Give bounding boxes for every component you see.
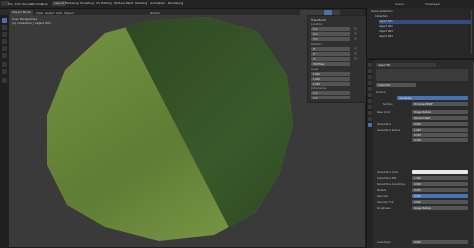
subsurface-method-dropdown[interactable]: Random Walk [412, 116, 468, 120]
prop-label: Anisotropic [377, 241, 391, 244]
material-tab-icon[interactable] [368, 123, 372, 127]
surface-section-title: Surface [376, 91, 386, 94]
prop-label: Subsurface Color [377, 171, 399, 174]
outliner-collection[interactable]: Collection [375, 15, 471, 19]
material-slot-list[interactable] [376, 69, 468, 81]
location-label: Location: [311, 23, 323, 26]
subsurface-radius-y[interactable]: 0.200 [412, 133, 468, 137]
use-nodes-button[interactable]: Use Nodes [397, 96, 468, 100]
prop-label: Metallic [377, 189, 387, 192]
sidebar-transform-panel: Transform Location: 0 m 0 m 0 m Rotation… [307, 15, 367, 103]
object-tab-icon[interactable] [368, 93, 372, 97]
annotate-icon[interactable] [2, 62, 7, 67]
view-layer-selector[interactable]: ViewLayer [425, 2, 440, 6]
collection-info: (1) Collection | object 001 [12, 21, 51, 25]
metallic-field[interactable]: 0.000 [412, 188, 468, 192]
dimensions-label: Dimensions: [311, 87, 328, 90]
move-icon[interactable] [2, 32, 7, 37]
dimensions-y-field[interactable]: 2 m [311, 96, 350, 100]
prop-label: Subsurface Radius [377, 129, 401, 132]
physics-tab-icon[interactable] [368, 105, 372, 109]
properties-tab-column [367, 60, 373, 248]
tab-uv-editing[interactable]: UV Editing [94, 1, 114, 6]
subsurface-field[interactable]: 0.000 [412, 122, 468, 126]
tool-shelf [0, 16, 9, 247]
roughness-field[interactable]: Image Texture [412, 206, 468, 210]
constraint-tab-icon[interactable] [368, 111, 372, 115]
scale-icon[interactable] [2, 46, 7, 51]
specular-field[interactable]: 0.500 [412, 194, 468, 198]
scale-y-field[interactable]: 1.000 [311, 77, 350, 81]
scene-selector[interactable]: Scene [395, 2, 404, 6]
outliner-scene-collection[interactable]: Scene Collection [371, 10, 471, 14]
scale-z-field[interactable]: 1.000 [311, 82, 350, 86]
lock-icon[interactable] [354, 37, 357, 40]
subsurface-ior-field[interactable]: 1.400 [412, 176, 468, 180]
base-color-field[interactable]: Image Texture [412, 110, 468, 114]
measure-icon[interactable] [2, 69, 7, 74]
prop-label: Subsurface [377, 123, 391, 126]
surface-label: Surface [383, 103, 393, 106]
rotation-z-field[interactable]: 0° [311, 57, 350, 61]
menu-file[interactable]: File [8, 2, 13, 6]
rotation-y-field[interactable]: 0° [311, 52, 350, 56]
rotation-mode-dropdown[interactable]: XYZ Euler [311, 62, 350, 66]
add-cube-icon[interactable] [2, 78, 7, 83]
lock-icon[interactable] [354, 57, 357, 60]
object-name-field[interactable]: object 001 [376, 63, 436, 67]
tab-animation[interactable]: Animation [148, 1, 167, 6]
tab-shading[interactable]: Shading [133, 1, 149, 6]
lock-icon[interactable] [354, 47, 357, 50]
rotate-icon[interactable] [2, 39, 7, 44]
prop-label: Specular Tint [377, 201, 394, 204]
scale-label: Scale: [311, 68, 319, 71]
menu-edit[interactable]: Edit [15, 2, 21, 6]
cursor-icon[interactable] [2, 25, 7, 30]
rotation-label: Rotation: [311, 43, 323, 46]
outliner-object-002[interactable]: object 002 [379, 25, 471, 29]
tool-tab-icon[interactable] [368, 63, 372, 67]
outliner-panel: Scene Collection Collection object 001 o… [366, 8, 474, 58]
subsurface-anisotropy-field[interactable]: 0.000 [412, 182, 468, 186]
transform-section-title: Transform [311, 18, 326, 22]
prop-label: Subsurface Anisotropy [377, 183, 406, 186]
outliner-object-003[interactable]: object 003 [379, 30, 471, 34]
location-z-field[interactable]: 0 m [311, 37, 350, 41]
material-name-field[interactable]: Grass 001 [376, 83, 416, 87]
prop-label: Base Color [377, 111, 391, 114]
subsurface-radius-z[interactable]: 0.100 [412, 138, 468, 142]
prop-label: Roughness [377, 207, 391, 210]
menu-help[interactable]: Help [41, 2, 48, 6]
tab-rendering[interactable]: Rendering [166, 1, 185, 6]
outliner-object-001[interactable]: object 001 [379, 20, 471, 24]
subsurface-radius-x[interactable]: 1.000 [412, 128, 468, 132]
anisotropic-field[interactable]: 0.000 [412, 240, 468, 244]
location-y-field[interactable]: 0 m [311, 32, 350, 36]
modifier-tab-icon[interactable] [368, 99, 372, 103]
properties-panel: object 001 Grass 001 Surface Use Nodes S… [366, 59, 474, 248]
rotation-x-field[interactable]: 0° [311, 47, 350, 51]
lock-icon[interactable] [354, 32, 357, 35]
scale-x-field[interactable]: 1.000 [311, 72, 350, 76]
lock-icon[interactable] [354, 52, 357, 55]
select-box-icon[interactable] [2, 18, 7, 23]
location-x-field[interactable]: 0 m [311, 27, 350, 31]
outliner-object-004[interactable]: object 004 [379, 35, 471, 39]
surface-shader-field[interactable]: Principled BSDF [412, 102, 468, 106]
subsurface-color-swatch[interactable] [412, 170, 468, 174]
specular-tint-field[interactable]: 0.000 [412, 200, 468, 204]
prop-label: Subsurface IOR [377, 177, 397, 180]
world-tab-icon[interactable] [368, 87, 372, 91]
transform-icon[interactable] [2, 53, 7, 58]
output-tab-icon[interactable] [368, 75, 372, 79]
render-tab-icon[interactable] [368, 69, 372, 73]
data-tab-icon[interactable] [368, 117, 372, 121]
dimensions-x-field[interactable]: 2 m [311, 91, 350, 95]
tab-texture-paint[interactable]: Texture Paint [112, 1, 135, 6]
outliner-scrollbar[interactable] [471, 10, 472, 54]
lock-icon[interactable] [354, 27, 357, 30]
prop-label: Specular [377, 195, 388, 198]
scene-tab-icon[interactable] [368, 81, 372, 85]
